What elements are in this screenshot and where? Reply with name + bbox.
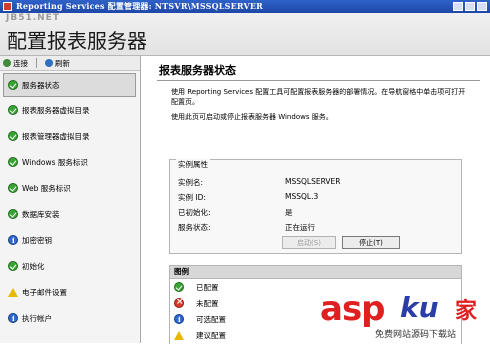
sidebar-item[interactable]: 电子邮件设置 — [0, 279, 140, 305]
start-button[interactable]: 启动(S) — [282, 236, 336, 249]
stop-button[interactable]: 停止(T) — [342, 236, 400, 249]
sidebar-item-label: 服务器状态 — [22, 80, 60, 90]
connect-button[interactable]: 连接 — [3, 58, 28, 69]
sidebar-item-label: 报表管理器虚拟目录 — [22, 131, 90, 141]
service-status-label: 服务状态: — [178, 223, 211, 232]
sidebar-item-label: 加密密钥 — [22, 235, 52, 245]
legend-title: 图例 — [170, 266, 461, 279]
check-circle-icon — [8, 105, 18, 115]
nav-toolbar: 连接 刷新 — [0, 56, 140, 71]
sidebar-item[interactable]: 执行帐户 — [0, 305, 140, 331]
info-circle-icon — [8, 235, 18, 245]
sidebar-item[interactable]: 服务器状态 — [3, 73, 136, 97]
nav-list: 服务器状态报表服务器虚拟目录 报表管理器虚拟目录 Windows 服务标识 Web 服… — [0, 73, 140, 331]
watermark-subtitle: 免费网站源码下载站 — [375, 330, 457, 340]
watermark-ku-text: ku — [400, 291, 439, 324]
legend-item-label: 建议配置 — [196, 330, 226, 340]
check-circle-icon — [8, 261, 18, 271]
service-description-text: 使用此页可启动或停止报表服务器 Windows 服务。 — [171, 113, 333, 121]
toolbar-divider — [36, 58, 37, 68]
service-status-value: 正在运行 — [285, 223, 315, 232]
close-button[interactable] — [477, 2, 487, 11]
instance-properties-group: 实例属性 实例名: MSSQLSERVER 实例 ID: MSSQL.3 已初始… — [169, 159, 462, 254]
watermark-jia-text: 家 — [455, 299, 478, 324]
sidebar-item[interactable]: Web 服务标识 — [0, 175, 140, 201]
sidebar-item[interactable]: 报表管理器虚拟目录 — [0, 123, 140, 149]
sidebar-item-label: 报表服务器虚拟目录 — [22, 105, 90, 115]
warning-triangle-icon — [174, 330, 184, 340]
refresh-button[interactable]: 刷新 — [45, 58, 70, 69]
page-header: JB51.NET 配置报表服务器 — [0, 13, 490, 56]
initialized-label: 已初始化: — [178, 208, 211, 217]
window-controls — [453, 2, 487, 11]
check-circle-icon — [8, 157, 18, 167]
sidebar-item-label: Web 服务标识 — [22, 183, 71, 193]
legend-item-label: 已配置 — [196, 282, 219, 292]
title-divider — [157, 80, 480, 81]
sidebar-item[interactable]: 初始化 — [0, 253, 140, 279]
description-text: 使用 Reporting Services 配置工具可配置报表服务器的部署情况。… — [171, 88, 466, 106]
refresh-label: 刷新 — [55, 58, 70, 68]
maximize-button[interactable] — [465, 2, 475, 11]
refresh-icon — [45, 59, 53, 67]
sidebar-item[interactable]: Windows 服务标识 — [0, 149, 140, 175]
sidebar-item-label: Windows 服务标识 — [22, 157, 88, 167]
instance-id-label: 实例 ID: — [178, 193, 206, 202]
instance-name-label: 实例名: — [178, 178, 204, 187]
sidebar-item[interactable]: 数据库安装 — [0, 201, 140, 227]
page-title: 配置报表服务器 — [7, 29, 147, 53]
check-circle-icon — [174, 282, 184, 292]
info-circle-icon — [8, 313, 18, 323]
check-circle-icon — [8, 209, 18, 219]
check-circle-icon — [8, 183, 18, 193]
sidebar-item-label: 初始化 — [22, 261, 45, 271]
check-circle-icon — [8, 80, 18, 90]
warning-triangle-icon — [8, 287, 18, 297]
header-watermark: JB51.NET — [6, 13, 60, 23]
connect-label: 连接 — [13, 58, 28, 68]
sidebar-item[interactable]: 加密密钥 — [0, 227, 140, 253]
site-watermark: asp ku 家 免费网站源码下载站 — [320, 289, 490, 343]
window-titlebar: Reporting Services 配置管理器: NTSVR\MSSQLSER… — [0, 0, 490, 13]
sidebar-item-label: 数据库安装 — [22, 209, 60, 219]
navigation-pane: 连接 刷新 服务器状态报表服务器虚拟目录 报表管理器虚拟目录 Windows 服务标… — [0, 56, 141, 343]
legend-item-label: 未配置 — [196, 298, 219, 308]
instance-id-value: MSSQL.3 — [285, 192, 319, 201]
error-circle-icon — [174, 297, 184, 308]
instance-group-title: 实例属性 — [176, 159, 210, 170]
watermark-asp-text: asp — [320, 289, 386, 329]
initialized-value: 是 — [285, 208, 293, 217]
instance-name-value: MSSQLSERVER — [285, 177, 341, 186]
check-circle-icon — [8, 131, 18, 141]
legend-item-label: 可选配置 — [196, 314, 226, 324]
sidebar-item-label: 电子邮件设置 — [22, 287, 67, 297]
section-title: 报表服务器状态 — [159, 64, 236, 77]
sidebar-item-label: 执行帐户 — [22, 313, 52, 323]
info-circle-icon — [174, 314, 184, 324]
app-icon — [3, 2, 12, 11]
window-title: Reporting Services 配置管理器: NTSVR\MSSQLSER… — [16, 1, 264, 11]
minimize-button[interactable] — [453, 2, 463, 11]
sidebar-item[interactable]: 报表服务器虚拟目录 — [0, 97, 140, 123]
connect-icon — [3, 59, 11, 67]
